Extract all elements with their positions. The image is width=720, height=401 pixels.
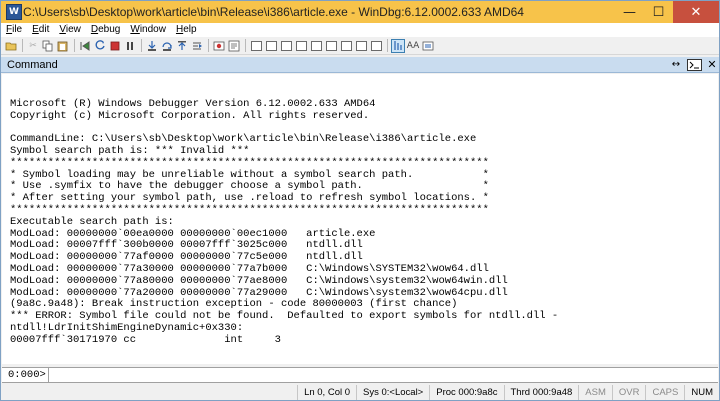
menu-accelerator: W [130,24,140,35]
pane-close-icon[interactable]: ✕ [705,58,719,71]
menu-view[interactable]: View [54,23,86,37]
menu-label-rest: dit [38,24,50,35]
menu-label-rest: ile [12,24,23,35]
toolbar: ✂ AA [1,37,719,55]
output-line: Executable search path is: [10,215,174,228]
command-input[interactable] [48,368,718,382]
status-spacer [1,385,297,400]
options-icon[interactable] [421,39,435,53]
menu-help[interactable]: Help [171,23,202,37]
disassembly-window-icon[interactable] [339,39,353,53]
menu-label-rest: elp [183,24,197,35]
menu-bar: File Edit View Debug Window Help [1,23,719,37]
menu-file[interactable]: File [1,23,27,37]
registers-window-icon[interactable] [294,39,308,53]
menu-debug[interactable]: Debug [86,23,125,37]
status-cell-ln: Ln 0, Col 0 [297,385,356,400]
menu-edit[interactable]: Edit [27,23,54,37]
output-line: Copyright (c) Microsoft Corporation. All… [10,109,370,122]
toolbar-separator [208,39,209,52]
scratch-pad-window-icon[interactable] [354,39,368,53]
command-pane-header: Command ↔ ✕ [1,57,719,73]
status-bar: Ln 0, Col 0 Sys 0:<Local> Proc 000:9a8c Thr… [1,385,719,400]
command-prompt: 0:000> [2,368,49,382]
menu-accelerator: E [32,24,39,35]
menu-label-rest: iew [65,24,81,35]
source-line-mode-icon[interactable] [391,38,405,53]
toolbar-separator [74,39,75,52]
dock-arrows-icon[interactable]: ↔ [665,59,687,70]
command-window-icon[interactable] [249,39,263,53]
toolbar-separator [22,39,23,52]
status-cell-ovr: OVR [611,385,646,400]
paste-icon[interactable] [56,39,70,53]
font-icon[interactable]: AA [406,39,420,53]
watch-window-icon[interactable] [264,39,278,53]
step-over-icon[interactable] [160,39,174,53]
insert-breakpoint-icon[interactable] [212,39,226,53]
output-line: ****************************************… [10,203,489,216]
cut-icon[interactable]: ✂ [26,39,40,53]
toolbar-separator [387,39,388,52]
call-stack-window-icon[interactable] [324,39,338,53]
status-cell-num: NUM [684,385,719,400]
copy-icon[interactable] [41,39,55,53]
output-line: Symbol search path is: *** Invalid *** [10,144,250,157]
output-line: ModLoad: 00000000`77a80000 00000000`77ae… [10,274,508,287]
command-output[interactable]: Microsoft (R) Windows Debugger Version 6… [2,74,718,364]
memory-window-icon[interactable] [309,39,323,53]
status-cell-thrd: Thrd 000:9a48 [503,385,579,400]
command-prompt-icon[interactable] [687,58,702,71]
command-input-row: 0:000> [2,367,718,383]
output-line: Microsoft (R) Windows Debugger Version 6… [10,97,376,110]
output-line: ModLoad: 00000000`77a30000 00000000`77a7… [10,262,489,275]
status-cell-proc: Proc 000:9a8c [429,385,503,400]
maximize-button[interactable]: ☐ [644,1,673,23]
go-icon[interactable] [78,39,92,53]
output-line: ****************************************… [10,156,489,169]
window-title: C:\Users\sb\Desktop\work\article\bin\Rel… [23,5,524,19]
status-cell-caps: CAPS [645,385,684,400]
run-to-cursor-icon[interactable] [190,39,204,53]
title-bar: W C:\Users\sb\Desktop\work\article\bin\R… [1,1,719,23]
minimize-button[interactable]: — [615,1,644,23]
windbg-app-icon[interactable]: W [6,4,22,20]
toolbar-separator [141,39,142,52]
close-button[interactable]: ✕ [673,1,719,23]
locals-window-icon[interactable] [279,39,293,53]
output-line: 00007fff`30171970 cc int 3 [10,333,281,346]
stop-debugging-icon[interactable] [108,39,122,53]
menu-window[interactable]: Window [125,23,171,37]
restart-icon[interactable] [93,39,107,53]
step-into-icon[interactable] [145,39,159,53]
break-icon[interactable] [123,39,137,53]
source-mode-icon[interactable] [227,39,241,53]
open-file-icon[interactable] [4,39,18,53]
output-line: ntdll!LdrInitShimEngineDynamic+0x330: [10,321,244,334]
status-cell-sys: Sys 0:<Local> [356,385,429,400]
menu-label-rest: indow [139,24,166,35]
command-pane-title: Command [7,58,58,71]
menu-label-rest: ebug [98,24,121,35]
processes-threads-window-icon[interactable] [369,39,383,53]
step-out-icon[interactable] [175,39,189,53]
windbg-window: W C:\Users\sb\Desktop\work\article\bin\R… [0,0,720,401]
toolbar-separator [245,39,246,52]
status-cell-asm: ASM [578,385,612,400]
